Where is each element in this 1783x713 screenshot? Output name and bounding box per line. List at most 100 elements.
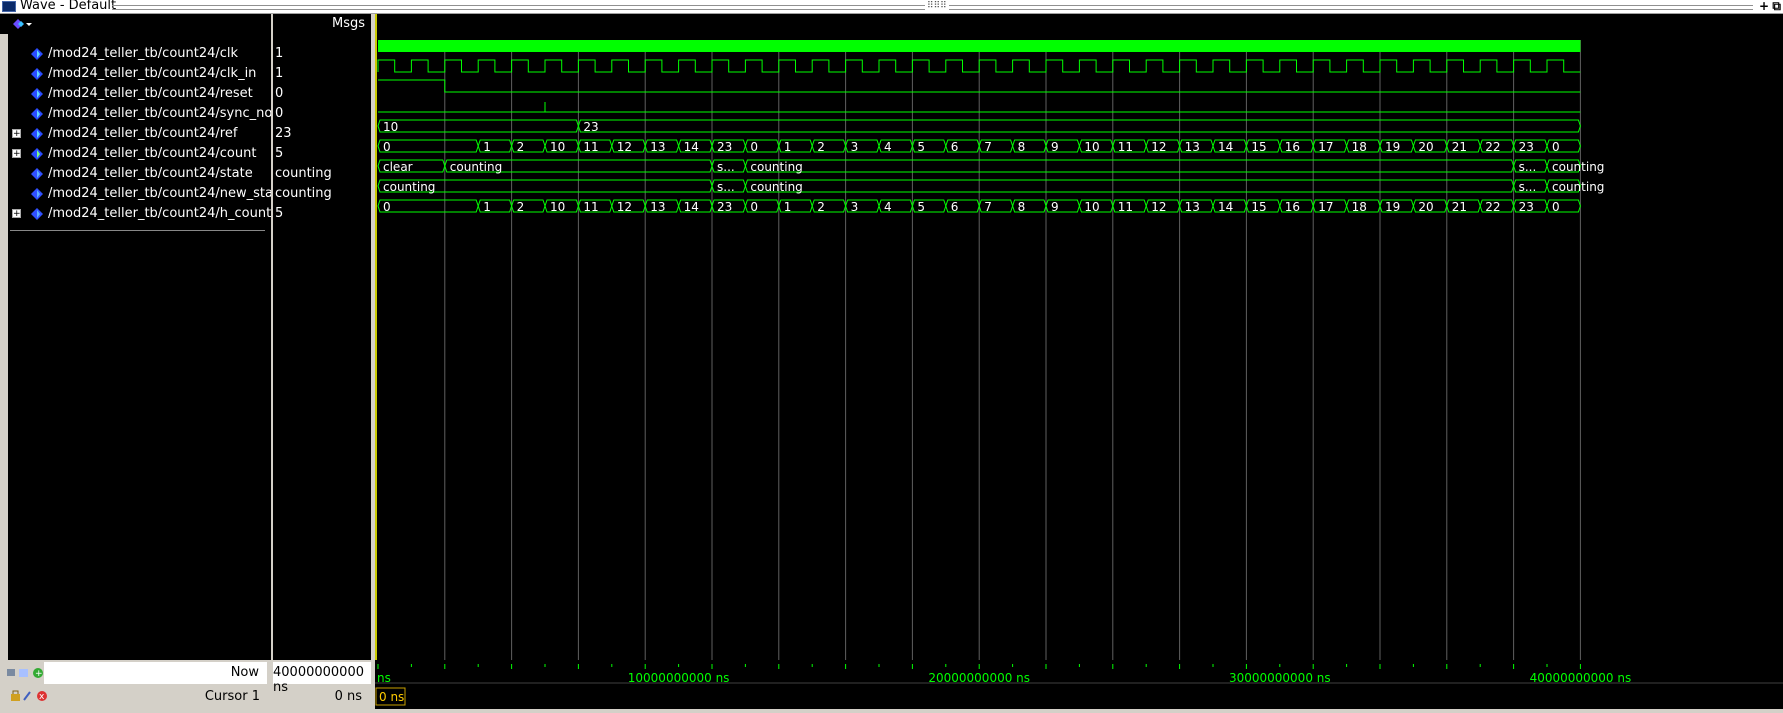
count-bus-value: 23 xyxy=(1519,140,1534,154)
h-count-bus-value: 9 xyxy=(1051,200,1059,214)
signal-name: /mod24_teller_tb/count24/state xyxy=(48,166,253,181)
signal-name: /mod24_teller_tb/count24/clk_in xyxy=(48,66,257,81)
wave-window-icon xyxy=(2,1,16,12)
row-separator xyxy=(10,230,265,231)
signal-row[interactable]: + /mod24_teller_tb/count24/h_count xyxy=(8,204,271,224)
timeline-tick-label: 20000000000 ns xyxy=(928,671,1030,685)
lock-cursor-icons[interactable]: x xyxy=(10,689,50,703)
h-count-bus-value: 17 xyxy=(1318,200,1333,214)
signal-name: /mod24_teller_tb/count24/h_count xyxy=(48,206,272,221)
count-bus-value: 6 xyxy=(951,140,959,154)
ref-bus-value: 10 xyxy=(383,120,398,134)
svg-text:+: + xyxy=(35,669,43,679)
signal-row[interactable]: /mod24_teller_tb/count24/state xyxy=(8,164,271,184)
values-pane: Msgs 1 1 0 0 23 5 counting counting 5 xyxy=(271,14,373,660)
signal-row[interactable]: + /mod24_teller_tb/count24/ref xyxy=(8,124,271,144)
count-bus-value: 23 xyxy=(717,140,732,154)
h-count-bus-value: 16 xyxy=(1285,200,1300,214)
count-bus-value: 10 xyxy=(1084,140,1099,154)
count-bus-value: 21 xyxy=(1452,140,1467,154)
waveform-canvas[interactable]: 10 230 1 2 10 11 12 13 14 23 0 1 2 3 4 5 6 7 8 9 10 11 12 13 14 1… xyxy=(375,14,1783,660)
count-bus-value: 12 xyxy=(1151,140,1166,154)
count-bus-value: 12 xyxy=(617,140,632,154)
h-count-bus-value: 23 xyxy=(1519,200,1534,214)
drag-grip-icon[interactable]: ⠿⠿⠿ xyxy=(925,1,949,11)
window-title: Wave - Default xyxy=(20,0,117,13)
expand-icon[interactable]: + xyxy=(12,209,21,219)
ref-bus-value: 23 xyxy=(583,120,598,134)
cursor-marker-label: 0 ns xyxy=(379,690,404,704)
state-bus-value: clear xyxy=(383,160,413,174)
wave-tools-dropdown-icon[interactable] xyxy=(10,17,32,31)
count-bus-value: 18 xyxy=(1352,140,1367,154)
output-signal-icon xyxy=(31,148,43,160)
h-count-bus-value: 0 xyxy=(750,200,758,214)
h-count-bus-value: 11 xyxy=(1118,200,1133,214)
count-bus-value: 15 xyxy=(1251,140,1266,154)
count-bus-value: 2 xyxy=(817,140,825,154)
count-bus-value: 0 xyxy=(750,140,758,154)
msgs-header: Msgs xyxy=(331,16,365,31)
signal-row[interactable]: + /mod24_teller_tb/count24/count xyxy=(8,144,271,164)
state-bus-segment xyxy=(744,159,1515,173)
count-bus-value: 0 xyxy=(1552,140,1560,154)
h-count-bus-value: 23 xyxy=(717,200,732,214)
cursor-value: 0 ns xyxy=(334,689,362,704)
add-remove-cursor-icons[interactable]: + xyxy=(6,666,46,680)
signal-value: 0 xyxy=(275,86,284,101)
now-label: Now xyxy=(230,665,259,680)
clk-wave xyxy=(378,40,1581,52)
signal-value: counting xyxy=(275,166,332,181)
input-signal-icon xyxy=(31,68,43,80)
expand-icon[interactable]: + xyxy=(12,129,21,139)
ref-bus-segment xyxy=(377,119,579,133)
count-bus-value: 9 xyxy=(1051,140,1059,154)
h-count-bus-value: 5 xyxy=(917,200,925,214)
signal-name: /mod24_teller_tb/count24/count xyxy=(48,146,257,161)
signal-row[interactable]: /mod24_teller_tb/count24/reset xyxy=(8,84,271,104)
expand-icon[interactable]: + xyxy=(12,149,21,159)
count-bus-value: 17 xyxy=(1318,140,1333,154)
undock-icon[interactable]: ⧉ xyxy=(1772,0,1781,14)
signal-name: /mod24_teller_tb/count24/ref xyxy=(48,126,238,141)
count-bus-value: 7 xyxy=(984,140,992,154)
new-state-bus-value: counting xyxy=(383,180,435,194)
count-bus-value: 19 xyxy=(1385,140,1400,154)
h-count-bus-value: 0 xyxy=(383,200,391,214)
waveform-pane[interactable]: 10 23 0 1 2 10 11 12 13 14 23 0 1 2 3 4 5 6 7 8 9 10 11 12 13 14 1… xyxy=(375,14,1783,660)
new-state-bus-segment xyxy=(744,179,1515,193)
signal-row[interactable]: /mod24_teller_tb/count24/new_state xyxy=(8,184,286,204)
count-bus-value: 13 xyxy=(650,140,665,154)
h-count-bus-value: 19 xyxy=(1385,200,1400,214)
input-signal-icon xyxy=(31,128,43,140)
maximize-icon[interactable]: + xyxy=(1759,0,1769,13)
count-bus-value: 14 xyxy=(684,140,699,154)
cursor-label[interactable]: Cursor 1 xyxy=(205,689,260,704)
signal-row[interactable]: /mod24_teller_tb/count24/sync_now xyxy=(8,104,283,124)
signal-row[interactable]: /mod24_teller_tb/count24/clk_in xyxy=(8,64,271,84)
svg-text:x: x xyxy=(39,692,45,702)
h-count-bus-value: 0 xyxy=(1552,200,1560,214)
h-count-bus-value: 10 xyxy=(1084,200,1099,214)
timeline-canvas[interactable]: ns 10000000000 ns 20000000000 ns 3000000000… xyxy=(375,660,1783,709)
h-count-bus-value: 4 xyxy=(884,200,892,214)
ref-bus-segment xyxy=(577,119,1581,133)
h-count-bus-value: 1 xyxy=(483,200,491,214)
new-state-bus-value: counting xyxy=(1552,180,1604,194)
h-count-bus-value: 13 xyxy=(1185,200,1200,214)
signal-row[interactable]: /mod24_teller_tb/count24/clk xyxy=(8,44,271,64)
signal-name-list: /mod24_teller_tb/count24/clk/mod24_telle… xyxy=(8,34,286,660)
count-bus-segment xyxy=(377,139,479,153)
names-header xyxy=(0,14,271,34)
input-signal-icon xyxy=(31,88,43,100)
h-count-bus-value: 15 xyxy=(1251,200,1266,214)
timeline-start-label: ns xyxy=(377,671,391,685)
count-bus-value: 22 xyxy=(1485,140,1500,154)
count-bus-value: 0 xyxy=(383,140,391,154)
input-signal-icon xyxy=(31,108,43,120)
state-bus-value: counting xyxy=(750,160,802,174)
timeline-ruler[interactable]: ns 10000000000 ns 20000000000 ns 3000000000… xyxy=(375,660,1783,709)
h-count-bus-value: 1 xyxy=(784,200,792,214)
count-bus-value: 11 xyxy=(1118,140,1133,154)
h-count-bus-value: 14 xyxy=(684,200,699,214)
